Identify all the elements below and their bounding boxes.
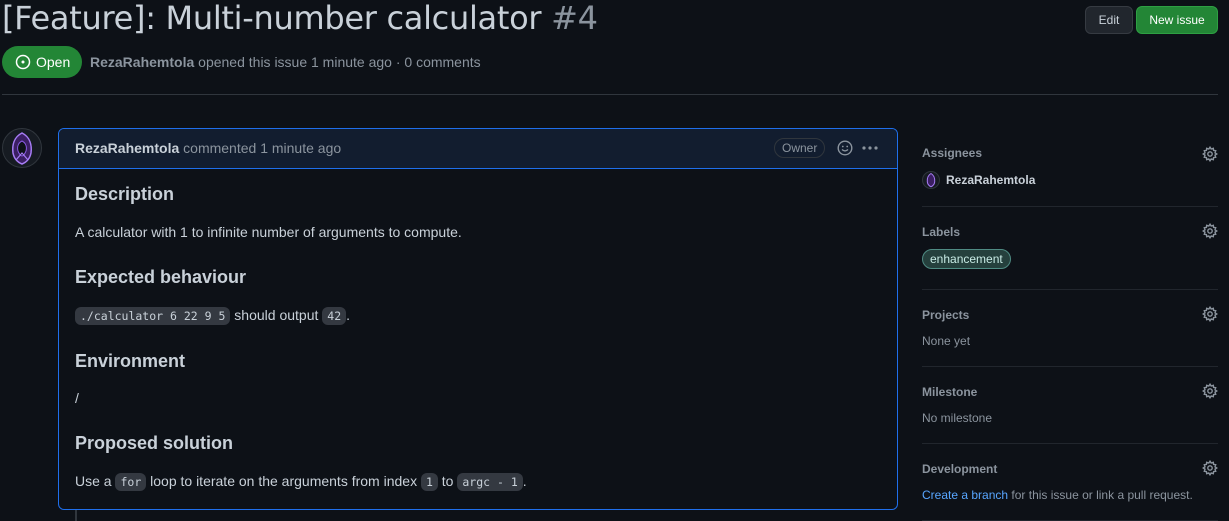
expected-mid: should output (234, 307, 319, 323)
sidebar-divider (922, 289, 1218, 290)
issue-meta: RezaRahemtola opened this issue 1 minute… (90, 54, 481, 70)
sidebar-divider (922, 206, 1218, 207)
hooded-avatar-icon (926, 172, 936, 188)
comment-box: RezaRahemtola commented 1 minute ago Own… (58, 128, 898, 510)
labels-heading[interactable]: Labels (922, 225, 960, 239)
hooded-avatar-icon (12, 132, 32, 165)
status-badge: Open (2, 46, 82, 78)
solution-part-1: Use a (75, 473, 112, 489)
comment-author-link[interactable]: RezaRahemtola (75, 140, 179, 156)
label-enhancement[interactable]: enhancement (922, 249, 1011, 269)
solution-part-2: loop to iterate on the arguments from in… (150, 473, 418, 489)
gear-icon[interactable] (1202, 460, 1218, 476)
avatar[interactable] (2, 128, 42, 168)
expected-text: ./calculator 6 22 9 5 should output 42. (75, 307, 351, 325)
code-inline: ./calculator 6 22 9 5 (75, 307, 231, 325)
comment-time[interactable]: commented 1 minute ago (183, 140, 341, 156)
heading-description: Description (75, 184, 175, 204)
development-text: Create a branch for this issue or link a… (922, 488, 1193, 502)
assignees-heading[interactable]: Assignees (922, 146, 982, 160)
description-text: A calculator with 1 to infinite number o… (75, 224, 462, 240)
emoji-reaction-icon[interactable] (837, 140, 853, 156)
code-inline: 1 (420, 473, 438, 491)
assignee-avatar[interactable] (922, 171, 940, 189)
projects-value: None yet (922, 334, 971, 348)
gear-icon[interactable] (1202, 383, 1218, 399)
sidebar-divider (922, 443, 1218, 444)
new-issue-button[interactable]: New issue (1136, 6, 1218, 34)
issue-title-text: [Feature]: Multi-number calculator (2, 0, 542, 37)
heading-solution: Proposed solution (75, 433, 234, 453)
assignee-name[interactable]: RezaRahemtola (946, 173, 1035, 187)
gear-icon[interactable] (1202, 146, 1218, 162)
environment-text: / (75, 390, 79, 406)
comment-header-text: RezaRahemtola commented 1 minute ago (75, 140, 341, 156)
issue-title: [Feature]: Multi-number calculator #4 (2, 0, 598, 37)
issue-open-icon (15, 54, 31, 70)
sidebar-divider (922, 366, 1218, 367)
edit-button[interactable]: Edit (1085, 6, 1133, 34)
gear-icon[interactable] (1202, 306, 1218, 322)
gear-icon[interactable] (1202, 223, 1218, 239)
status-text: Open (36, 54, 71, 70)
code-inline: for (115, 473, 147, 491)
heading-expected: Expected behaviour (75, 267, 247, 287)
code-inline: 42 (322, 307, 347, 325)
milestone-heading[interactable]: Milestone (922, 385, 977, 399)
solution-text: Use a for loop to iterate on the argumen… (75, 473, 527, 491)
projects-heading[interactable]: Projects (922, 308, 969, 322)
more-options-icon[interactable] (861, 140, 879, 156)
header-divider (2, 94, 1218, 95)
solution-end: . (522, 473, 527, 489)
milestone-value: No milestone (922, 411, 993, 425)
issue-meta-text: opened this issue 1 minute ago · 0 comme… (198, 54, 481, 70)
code-inline: argc - 1 (457, 473, 523, 491)
comment-header: RezaRahemtola commented 1 minute ago Own… (59, 129, 897, 169)
issue-number: #4 (551, 0, 598, 37)
create-branch-link[interactable]: Create a branch (922, 488, 1008, 502)
heading-environment: Environment (75, 351, 186, 371)
timeline-line (75, 510, 77, 521)
owner-badge: Owner (774, 138, 826, 158)
development-heading[interactable]: Development (922, 462, 997, 476)
expected-period: . (346, 307, 351, 323)
issue-author-link[interactable]: RezaRahemtola (90, 54, 194, 70)
solution-part-3: to (441, 473, 454, 489)
development-rest: for this issue or link a pull request. (1011, 488, 1193, 502)
